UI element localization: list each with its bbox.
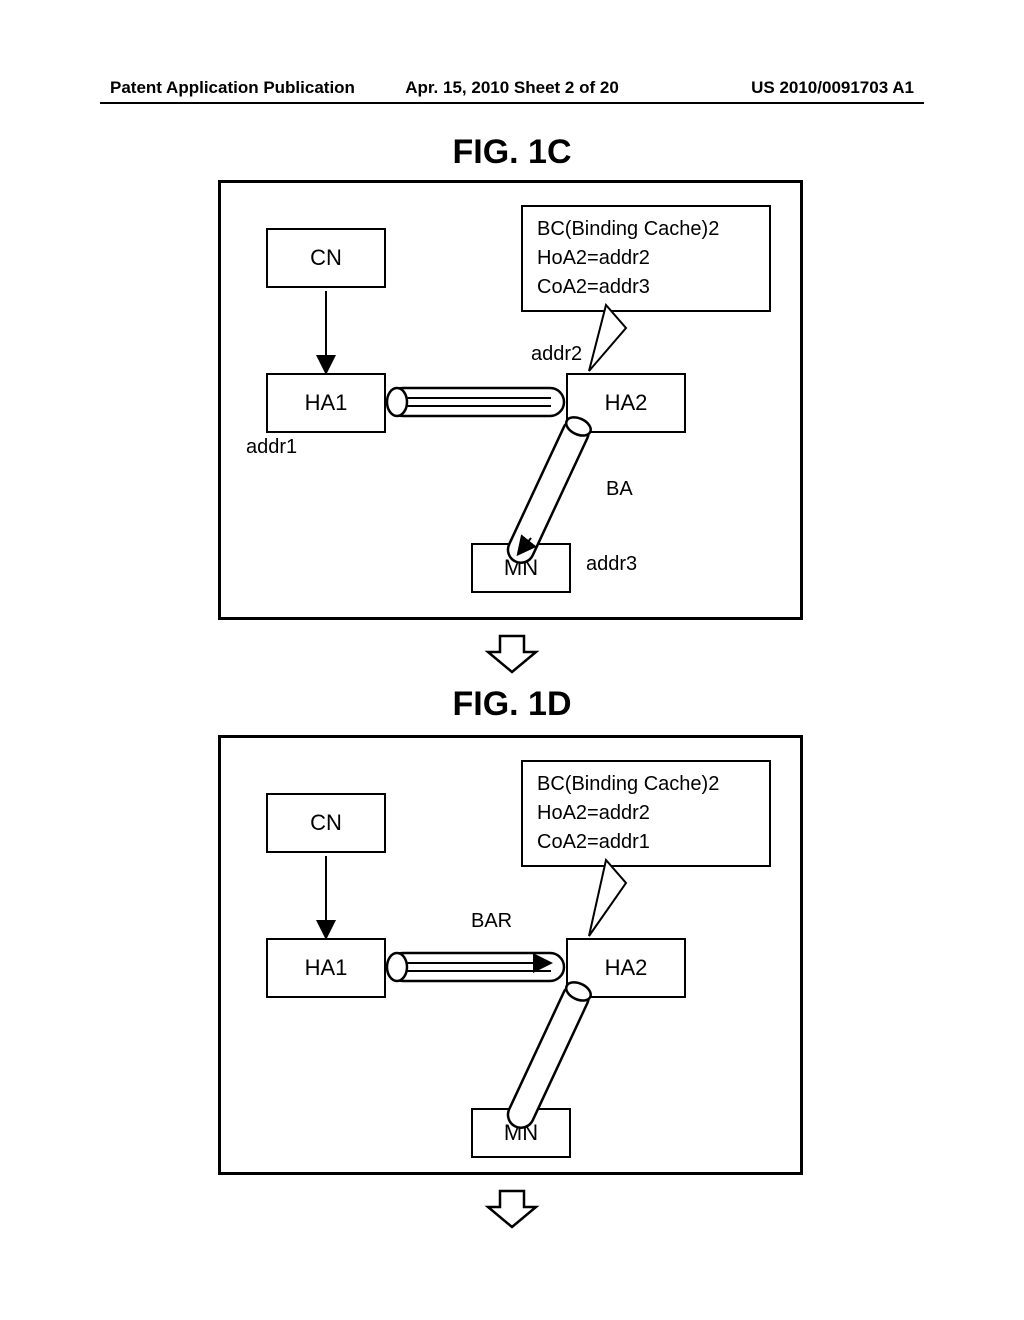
ha2-box: HA2 [566, 938, 686, 998]
addr2-label: addr2 [531, 343, 582, 366]
header-left: Patent Application Publication [110, 78, 378, 98]
header-rule [100, 102, 924, 104]
ha1-box: HA1 [266, 938, 386, 998]
cn-box: CN [266, 793, 386, 853]
down-arrow-icon [480, 1185, 544, 1233]
callout-line-1: BC(Binding Cache)2 [537, 770, 755, 799]
ba-label: BA [606, 478, 633, 501]
header-right: US 2010/0091703 A1 [646, 78, 914, 98]
callout-line-2: HoA2=addr2 [537, 244, 755, 273]
callout-line-1: BC(Binding Cache)2 [537, 215, 755, 244]
down-arrow-icon [480, 630, 544, 678]
fig-1c-panel: BC(Binding Cache)2 HoA2=addr2 CoA2=addr3… [218, 180, 803, 620]
mn-box: MN [471, 1108, 571, 1158]
fig-1c-title: FIG. 1C [0, 133, 1024, 172]
addr3-label: addr3 [586, 553, 637, 576]
fig-1c-callout: BC(Binding Cache)2 HoA2=addr2 CoA2=addr3 [521, 205, 771, 312]
addr1-label: addr1 [246, 436, 297, 459]
callout-line-2: HoA2=addr2 [537, 799, 755, 828]
fig-1d-callout: BC(Binding Cache)2 HoA2=addr2 CoA2=addr1 [521, 760, 771, 867]
header-middle: Apr. 15, 2010 Sheet 2 of 20 [378, 78, 646, 98]
bar-label: BAR [471, 910, 512, 933]
ha2-box: HA2 [566, 373, 686, 433]
fig-1d-title: FIG. 1D [0, 685, 1024, 724]
page-header: Patent Application Publication Apr. 15, … [0, 78, 1024, 98]
cn-box: CN [266, 228, 386, 288]
mn-box: MN [471, 543, 571, 593]
fig-1d-panel: BC(Binding Cache)2 HoA2=addr2 CoA2=addr1… [218, 735, 803, 1175]
callout-line-3: CoA2=addr1 [537, 828, 755, 857]
ha1-box: HA1 [266, 373, 386, 433]
callout-line-3: CoA2=addr3 [537, 273, 755, 302]
